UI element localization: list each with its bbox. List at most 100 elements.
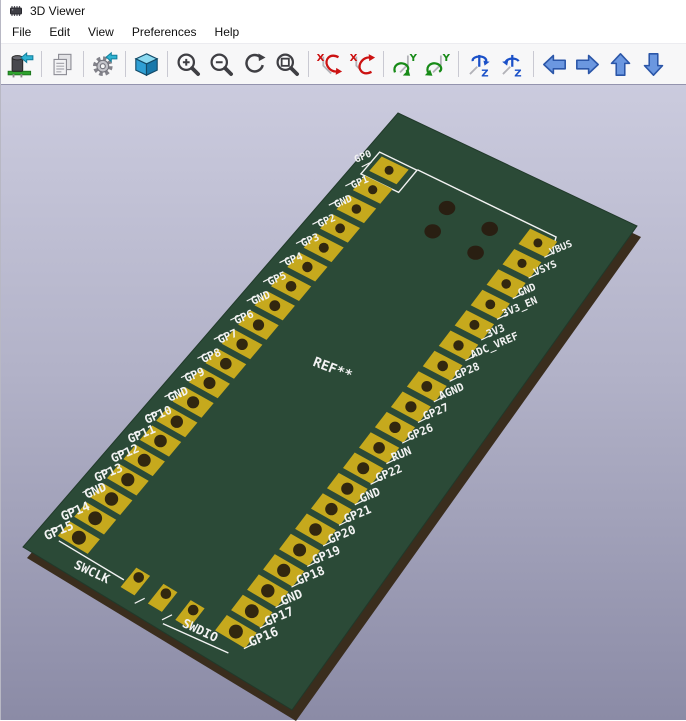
pad-hole <box>405 401 416 412</box>
rotate-x-cw-button[interactable]: X <box>313 48 346 81</box>
menubar: File Edit View Preferences Help <box>1 21 686 43</box>
arrow-left-icon <box>541 51 568 78</box>
svg-text:Y: Y <box>442 53 451 64</box>
toolbar-separator <box>167 51 168 77</box>
svg-text:Z: Z <box>481 68 488 78</box>
svg-text:X: X <box>317 53 325 64</box>
rotate-y-ccw-icon: Y <box>424 51 451 78</box>
pad-hole <box>517 259 526 268</box>
pad-hole <box>220 358 232 370</box>
pcb-3d-view[interactable]: GP0VBUSGP1VSYSGNDGNDGP23V3_ENGP33V3GP4AD… <box>1 85 686 721</box>
pan-right-button[interactable] <box>571 48 604 81</box>
pad-hole <box>352 204 362 214</box>
pad-hole <box>533 238 542 247</box>
rotate-x-ccw-icon: X <box>349 51 376 78</box>
mounting-hole <box>424 224 441 238</box>
pad-hole <box>133 572 144 583</box>
rotate-x-cw-icon: X <box>316 51 343 78</box>
pad-hole <box>121 473 134 486</box>
pad-hole <box>325 503 337 515</box>
rotate-x-ccw-button[interactable]: X <box>346 48 379 81</box>
arrow-up-icon <box>607 51 634 78</box>
pad-hole <box>88 511 102 525</box>
reload-board-icon <box>7 51 34 78</box>
pad-hole <box>421 381 432 392</box>
pad-hole <box>105 492 118 505</box>
pad-hole <box>341 483 353 495</box>
pad-hole <box>154 435 167 448</box>
zoom-in-icon <box>175 51 202 78</box>
menu-view[interactable]: View <box>79 23 123 41</box>
pad-hole <box>171 416 183 428</box>
pad-hole <box>453 340 463 350</box>
pad-hole <box>138 454 151 467</box>
toolbar-separator <box>308 51 309 77</box>
settings-button[interactable] <box>88 48 121 81</box>
pad-hole <box>437 361 448 372</box>
zoom-fit-button[interactable] <box>271 48 304 81</box>
3d-viewer-window: 3D Viewer File Edit View Preferences Hel… <box>0 0 686 720</box>
window-title: 3D Viewer <box>30 4 85 18</box>
cube-icon <box>133 51 160 78</box>
rotate-y-cw-icon: Y <box>391 51 418 78</box>
titlebar: 3D Viewer <box>1 0 686 21</box>
toolbar-separator <box>458 51 459 77</box>
pad-hole <box>385 166 394 175</box>
pad-hole <box>261 584 274 597</box>
rotate-z-cw-button[interactable]: Z <box>463 48 496 81</box>
mounting-hole <box>481 222 498 236</box>
pad-hole <box>501 279 511 289</box>
rotate-z-ccw-icon: Z <box>499 51 526 78</box>
redraw-icon <box>241 51 268 78</box>
pad-hole <box>204 377 216 389</box>
pad-hole <box>389 422 400 433</box>
pad-hole <box>357 462 369 474</box>
pad-hole <box>277 564 290 577</box>
pad-hole <box>161 588 172 599</box>
menu-file[interactable]: File <box>3 23 40 41</box>
rotate-z-cw-icon: Z <box>466 51 493 78</box>
pad-hole <box>302 262 312 272</box>
pad-hole <box>373 442 385 454</box>
render-engine-button[interactable] <box>130 48 163 81</box>
pan-up-button[interactable] <box>604 48 637 81</box>
rotate-y-ccw-button[interactable]: Y <box>421 48 454 81</box>
zoom-out-icon <box>208 51 235 78</box>
pad-hole <box>188 605 199 616</box>
rotate-z-ccw-button[interactable]: Z <box>496 48 529 81</box>
pad-hole <box>319 243 329 253</box>
3d-viewport[interactable]: GP0VBUSGP1VSYSGNDGNDGP23V3_ENGP33V3GP4AD… <box>1 84 686 720</box>
toolbar-separator <box>83 51 84 77</box>
menu-edit[interactable]: Edit <box>40 23 79 41</box>
toolbar-separator <box>383 51 384 77</box>
arrow-down-icon <box>640 51 667 78</box>
toolbar: X X Y <box>1 43 686 84</box>
zoom-fit-icon <box>274 51 301 78</box>
pad-hole <box>269 300 280 311</box>
toolbar-separator <box>41 51 42 77</box>
toolbar-separator <box>125 51 126 77</box>
pan-left-button[interactable] <box>538 48 571 81</box>
pad-hole <box>286 281 297 292</box>
zoom-in-button[interactable] <box>172 48 205 81</box>
mounting-hole <box>439 201 456 215</box>
menu-preferences[interactable]: Preferences <box>123 23 206 41</box>
svg-text:X: X <box>350 53 358 64</box>
svg-text:Z: Z <box>514 68 521 78</box>
reload-board-button[interactable] <box>4 48 37 81</box>
menu-help[interactable]: Help <box>206 23 249 41</box>
pad-hole <box>368 185 377 194</box>
pad-hole <box>245 604 259 618</box>
toolbar-separator <box>533 51 534 77</box>
chip-icon <box>8 3 24 19</box>
pad-hole <box>469 320 479 330</box>
board-top <box>23 113 637 710</box>
pan-down-button[interactable] <box>637 48 670 81</box>
rotate-y-cw-button[interactable]: Y <box>388 48 421 81</box>
arrow-right-icon <box>574 51 601 78</box>
pad-hole <box>309 523 322 536</box>
pad-hole <box>187 396 199 408</box>
copy-image-button[interactable] <box>46 48 79 81</box>
zoom-out-button[interactable] <box>205 48 238 81</box>
redraw-button[interactable] <box>238 48 271 81</box>
